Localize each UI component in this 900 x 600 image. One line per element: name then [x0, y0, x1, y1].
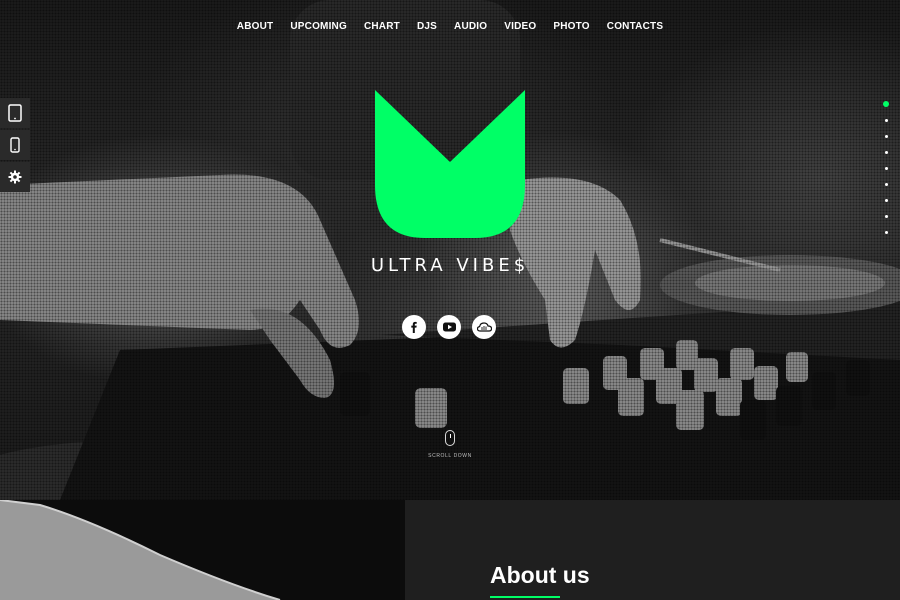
main-nav: ABOUT UPCOMING CHART DJS AUDIO VIDEO PHO…: [0, 21, 900, 32]
youtube-icon: [442, 322, 456, 332]
title-underline: [490, 596, 560, 598]
hero-dj-photo: [0, 0, 900, 500]
gear-icon: [8, 170, 22, 184]
tablet-view-button[interactable]: [0, 98, 30, 128]
dot-nav-item[interactable]: [882, 224, 890, 240]
facebook-icon: [411, 321, 417, 333]
nav-item-djs[interactable]: DJS: [417, 21, 437, 32]
dot-nav-item[interactable]: [882, 128, 890, 144]
tablet-icon: [8, 104, 22, 122]
dot-nav-item[interactable]: [882, 144, 890, 160]
scroll-down-label: SCROLL DOWN: [428, 453, 472, 459]
nav-item-audio[interactable]: AUDIO: [454, 21, 487, 32]
dot-nav-item[interactable]: [882, 96, 890, 112]
dot-nav-item[interactable]: [882, 160, 890, 176]
about-hand-photo: [0, 500, 281, 600]
mouse-icon: [445, 430, 455, 446]
social-links: [402, 315, 496, 339]
about-panel: [405, 500, 900, 600]
dot-nav-item[interactable]: [882, 208, 890, 224]
nav-item-photo[interactable]: PHOTO: [553, 21, 589, 32]
soundcloud-button[interactable]: [472, 315, 496, 339]
nav-item-upcoming[interactable]: UPCOMING: [290, 21, 347, 32]
nav-item-about[interactable]: ABOUT: [237, 21, 274, 32]
nav-item-chart[interactable]: CHART: [364, 21, 400, 32]
v-shield-logo[interactable]: [375, 90, 525, 238]
section-dots-nav: [882, 96, 890, 240]
dot-nav-item[interactable]: [882, 112, 890, 128]
scroll-down[interactable]: SCROLL DOWN: [0, 430, 900, 459]
settings-button[interactable]: [0, 162, 30, 192]
dot-nav-item[interactable]: [882, 192, 890, 208]
about-title: About us: [490, 562, 590, 588]
soundcloud-icon: [476, 322, 492, 332]
brand-name: ULTRA VIBE$: [370, 255, 530, 276]
phone-view-button[interactable]: [0, 130, 30, 160]
youtube-button[interactable]: [437, 315, 461, 339]
nav-item-video[interactable]: VIDEO: [504, 21, 536, 32]
facebook-button[interactable]: [402, 315, 426, 339]
hero-section: ABOUT UPCOMING CHART DJS AUDIO VIDEO PHO…: [0, 0, 900, 500]
nav-item-contacts[interactable]: CONTACTS: [607, 21, 663, 32]
device-tools: [0, 98, 30, 194]
phone-icon: [10, 137, 20, 153]
about-photo: [0, 500, 420, 600]
dot-nav-item[interactable]: [882, 176, 890, 192]
